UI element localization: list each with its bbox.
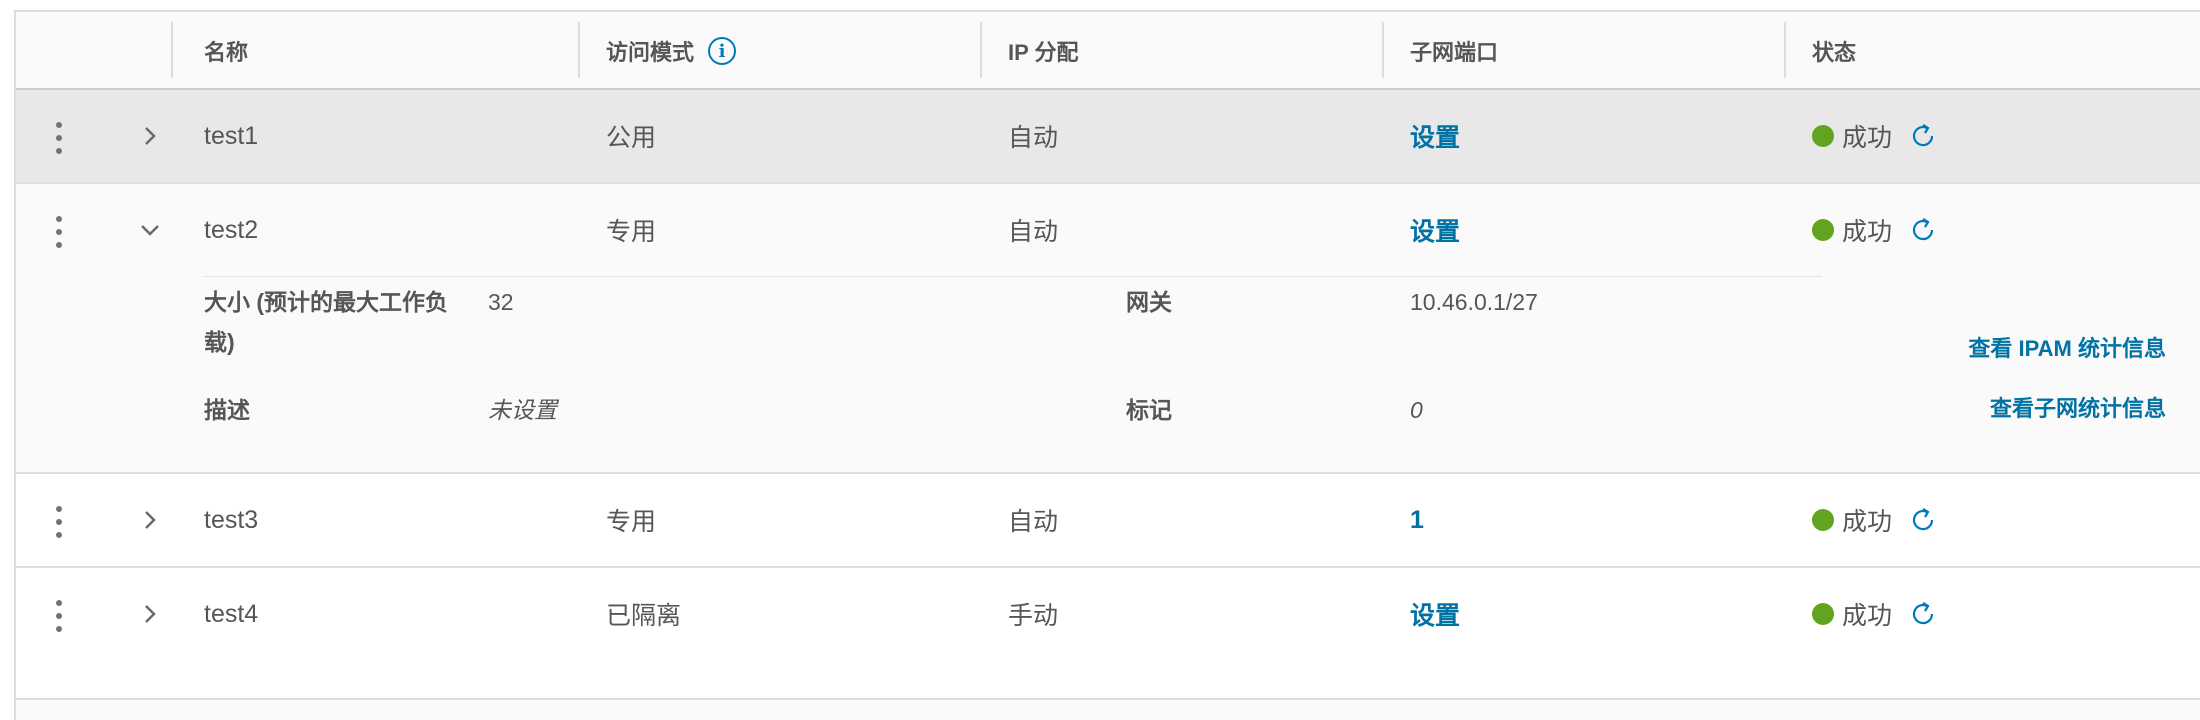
row-status: 成功 — [1842, 602, 1893, 630]
vertical-dots-icon[interactable] — [56, 506, 62, 538]
row-status-cell: 成功 — [1812, 90, 1938, 182]
info-circle-icon[interactable]: i — [708, 37, 737, 65]
row-subnet-port-cell: 设置 — [1410, 90, 1460, 182]
column-header-status[interactable]: 状态 — [1812, 12, 1856, 90]
subnet-port-link[interactable]: 1 — [1410, 506, 1424, 535]
vertical-dots-icon[interactable] — [56, 122, 62, 154]
row-ip-allocation: 手动 — [1008, 602, 1059, 630]
subnet-port-link[interactable]: 设置 — [1410, 212, 1460, 248]
table-row-expanded[interactable]: test2 专用 自动 设置 成功 大小 (预计的最大工作负载) 32 网关 1… — [16, 184, 2200, 474]
refresh-icon[interactable] — [1908, 215, 1938, 245]
column-header-ip-allocation-label: IP 分配 — [1008, 40, 1079, 65]
row-ip-allocation: 自动 — [1008, 124, 1059, 152]
column-separator[interactable] — [578, 22, 580, 78]
row-status-cell: 成功 — [1812, 568, 1938, 660]
chevron-right-icon[interactable] — [134, 598, 166, 630]
datagrid: 名称 访问模式 i IP 分配 子网端口 状态 test1 公用 自动 设置 成… — [14, 10, 2200, 720]
detail-description-label: 描述 — [204, 397, 250, 423]
row-subnet-port-cell: 1 — [1410, 474, 1424, 566]
status-dot-icon — [1812, 125, 1834, 147]
table-row[interactable]: test4 已隔离 手动 设置 成功 — [16, 568, 2200, 662]
row-status: 成功 — [1842, 124, 1893, 152]
subnet-port-link[interactable]: 设置 — [1410, 596, 1460, 632]
column-header-subnet-port[interactable]: 子网端口 — [1410, 12, 1498, 90]
row-subnet-port-cell: 设置 — [1410, 184, 1460, 276]
row-status: 成功 — [1842, 508, 1893, 536]
refresh-icon[interactable] — [1908, 505, 1938, 535]
column-header-status-label: 状态 — [1812, 40, 1857, 65]
row-name: test3 — [204, 505, 259, 534]
column-separator[interactable] — [1784, 22, 1786, 78]
column-separator[interactable] — [1382, 22, 1384, 78]
detail-tags-value: 0 — [1410, 397, 1423, 423]
datagrid-footer — [16, 658, 2200, 700]
row-access-mode: 专用 — [606, 508, 657, 536]
row-status-cell: 成功 — [1812, 474, 1938, 566]
status-dot-icon — [1812, 603, 1834, 625]
column-header-ip-allocation[interactable]: IP 分配 — [1008, 12, 1079, 90]
row-subnet-port-cell: 设置 — [1410, 568, 1460, 660]
column-header-name[interactable]: 名称 — [204, 12, 248, 90]
chevron-down-icon[interactable] — [134, 214, 166, 246]
detail-divider — [204, 276, 1822, 277]
row-access-mode: 已隔离 — [606, 602, 682, 630]
detail-gateway-label: 网关 — [1126, 289, 1172, 315]
column-header-access-mode[interactable]: 访问模式 i — [606, 12, 737, 90]
column-header-subnet-port-label: 子网端口 — [1410, 40, 1499, 65]
view-subnet-stats-link[interactable]: 查看子网统计信息 — [1990, 394, 2166, 424]
detail-size-label: 大小 (预计的最大工作负载) — [204, 289, 449, 355]
status-dot-icon — [1812, 509, 1834, 531]
row-ip-allocation: 自动 — [1008, 508, 1059, 536]
detail-gateway-value: 10.46.0.1/27 — [1410, 289, 1538, 315]
table-row[interactable]: test3 专用 自动 1 成功 — [16, 474, 2200, 568]
table-row[interactable]: test1 公用 自动 设置 成功 — [16, 90, 2200, 184]
datagrid-header: 名称 访问模式 i IP 分配 子网端口 状态 — [16, 12, 2200, 90]
row-access-mode: 公用 — [606, 124, 657, 152]
refresh-icon[interactable] — [1908, 599, 1938, 629]
vertical-dots-icon[interactable] — [56, 216, 62, 248]
column-header-name-label: 名称 — [204, 40, 249, 65]
column-header-access-mode-label: 访问模式 — [606, 40, 695, 65]
detail-description-value: 未设置 — [488, 397, 557, 423]
subnet-port-link[interactable]: 设置 — [1410, 118, 1460, 154]
column-separator[interactable] — [980, 22, 982, 78]
chevron-right-icon[interactable] — [134, 120, 166, 152]
row-name: test2 — [204, 215, 259, 244]
column-separator[interactable] — [171, 22, 173, 78]
row-access-mode: 专用 — [606, 218, 657, 246]
row-status-cell: 成功 — [1812, 184, 1938, 276]
status-dot-icon — [1812, 219, 1834, 241]
chevron-right-icon[interactable] — [134, 504, 166, 536]
view-ipam-stats-link[interactable]: 查看 IPAM 统计信息 — [1968, 334, 2166, 364]
row-ip-allocation: 自动 — [1008, 218, 1059, 246]
detail-tags-label: 标记 — [1126, 397, 1172, 423]
row-status: 成功 — [1842, 218, 1893, 246]
refresh-icon[interactable] — [1908, 121, 1938, 151]
row-name: test1 — [204, 121, 259, 150]
detail-size-value: 32 — [488, 289, 514, 315]
vertical-dots-icon[interactable] — [56, 600, 62, 632]
row-name: test4 — [204, 599, 259, 628]
